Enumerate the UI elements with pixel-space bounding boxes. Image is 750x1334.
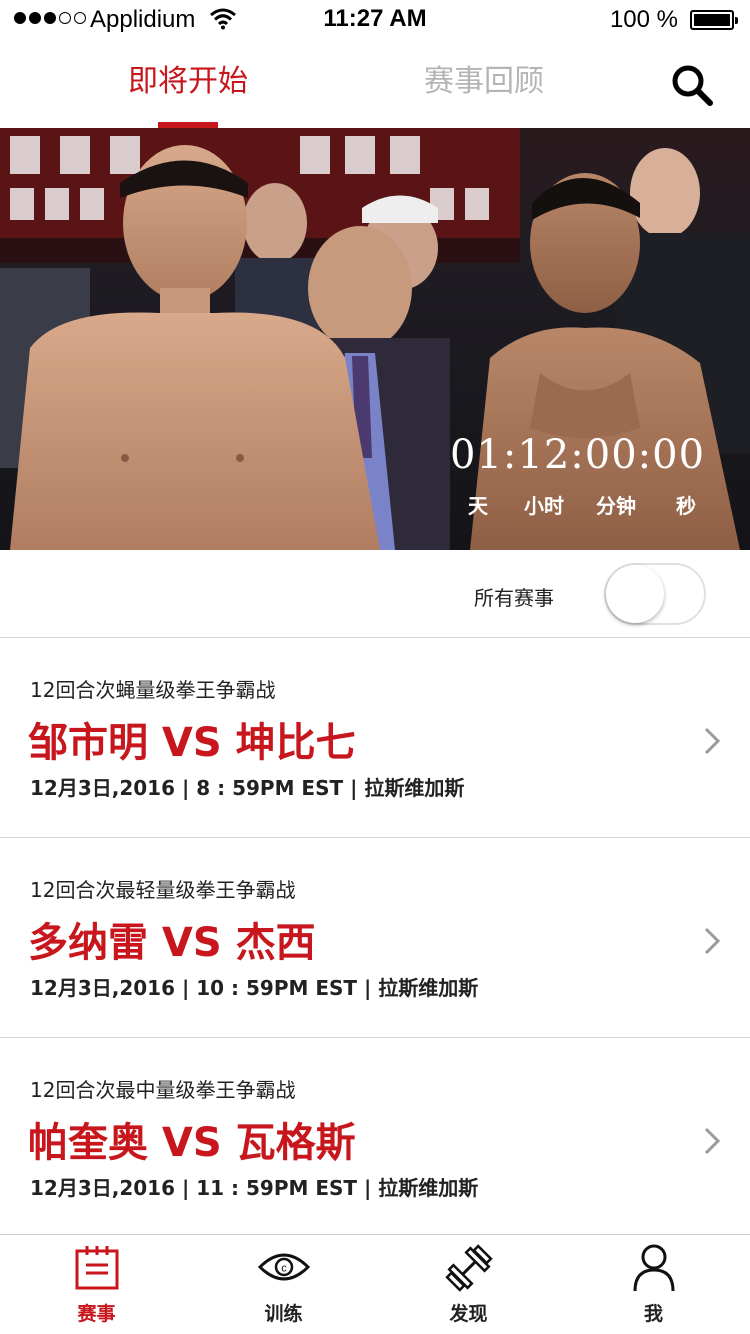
tab-upcoming[interactable]: 即将开始: [128, 56, 248, 100]
all-events-label: 所有赛事: [474, 586, 554, 610]
all-events-toggle[interactable]: [604, 563, 706, 625]
bottom-tab-bar: 赛事 c 训练 发现 我: [0, 1234, 750, 1334]
battery-icon: [690, 10, 738, 30]
filter-row: 所有赛事: [0, 550, 750, 638]
unit-minutes: 分钟: [596, 494, 636, 518]
svg-text:c: c: [281, 1263, 287, 1275]
event-subtitle: 12回合次蝇量级拳王争霸战: [30, 678, 276, 702]
chevron-right-icon: [704, 1127, 721, 1155]
event-meta: 12月3日,2016 | 11 : 59PM EST | 拉斯维加斯: [30, 1176, 479, 1200]
event-row[interactable]: 12回合次最中量级拳王争霸战 帕奎奥 VS 瓦格斯 12月3日,2016 | 1…: [0, 1038, 750, 1238]
hero-fight-photo: [0, 128, 750, 550]
nav-me[interactable]: 我: [560, 1235, 747, 1334]
unit-seconds: 秒: [676, 494, 696, 518]
countdown-timer: 01:12:00:00: [450, 432, 706, 478]
nav-label: 我: [643, 1303, 663, 1325]
event-title: 多纳雷 VS 杰西: [28, 920, 316, 966]
event-title: 邹市明 VS 坤比七: [28, 720, 356, 766]
toggle-knob: [606, 565, 664, 623]
event-row[interactable]: 12回合次蝇量级拳王争霸战 邹市明 VS 坤比七 12月3日,2016 | 8 …: [0, 638, 750, 838]
calendar-list-icon: [75, 1246, 118, 1290]
dumbbell-icon: [444, 1244, 493, 1292]
person-icon: [633, 1244, 674, 1292]
chevron-right-icon: [704, 727, 721, 755]
event-title: 帕奎奥 VS 瓦格斯: [28, 1120, 356, 1166]
nav-label: 发现: [449, 1303, 488, 1325]
nav-discover[interactable]: 发现: [375, 1235, 562, 1334]
tab-review[interactable]: 赛事回顾: [424, 56, 544, 100]
event-row[interactable]: 12回合次最轻量级拳王争霸战 多纳雷 VS 杰西 12月3日,2016 | 10…: [0, 838, 750, 1038]
battery-percentage: 100 %: [609, 6, 678, 33]
nav-training[interactable]: c 训练: [190, 1235, 377, 1334]
event-meta: 12月3日,2016 | 10 : 59PM EST | 拉斯维加斯: [30, 976, 479, 1000]
event-meta: 12月3日,2016 | 8 : 59PM EST | 拉斯维加斯: [30, 776, 465, 800]
hero-banner[interactable]: 01:12:00:00 天 小时 分钟 秒: [0, 128, 750, 550]
nav-label: 训练: [264, 1303, 303, 1325]
unit-hours: 小时: [524, 494, 564, 518]
top-tab-bar: 即将开始 赛事回顾: [0, 40, 750, 128]
countdown-units: 天 小时 分钟 秒: [440, 490, 720, 520]
unit-days: 天: [468, 494, 488, 518]
nav-label: 赛事: [77, 1303, 116, 1325]
eye-icon: c: [257, 1253, 310, 1281]
event-subtitle: 12回合次最轻量级拳王争霸战: [30, 878, 296, 902]
chevron-right-icon: [704, 927, 721, 955]
status-bar: Applidium 11:27 AM 100 %: [0, 0, 750, 40]
search-icon[interactable]: [666, 60, 720, 112]
event-subtitle: 12回合次最中量级拳王争霸战: [30, 1078, 296, 1102]
nav-events[interactable]: 赛事: [3, 1235, 190, 1334]
